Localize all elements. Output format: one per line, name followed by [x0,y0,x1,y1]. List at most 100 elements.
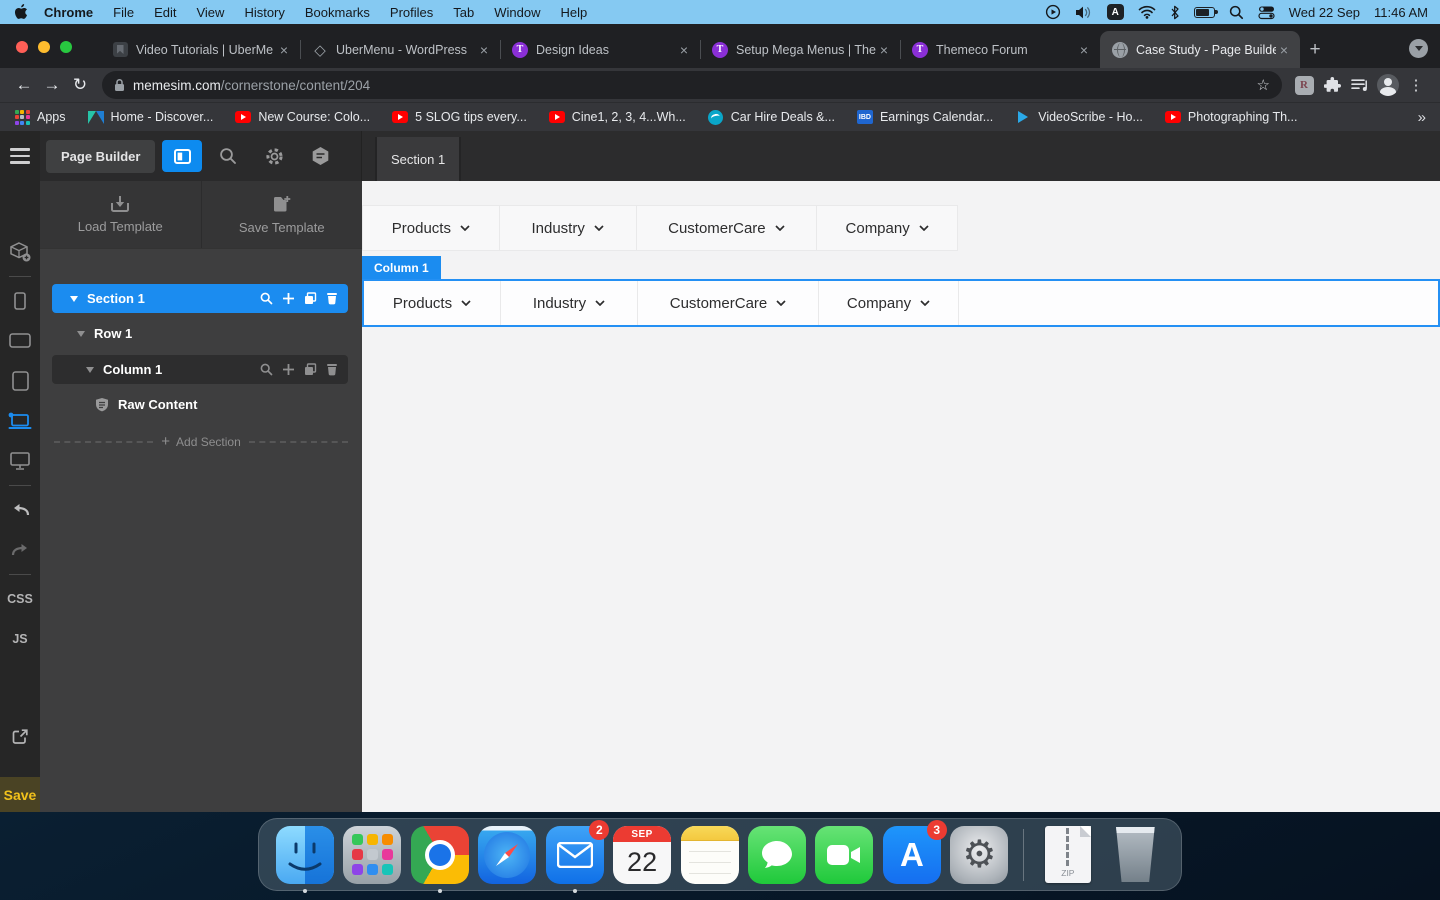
menu-tab[interactable]: Tab [443,5,484,20]
tab-ubermenu-wordpress[interactable]: ◇ UberMenu - WordPress × [300,31,500,68]
menu-chrome[interactable]: Chrome [34,5,103,20]
layout-toggle-button[interactable] [162,140,203,172]
menubar-time[interactable]: 11:46 AM [1374,5,1428,20]
themeco-hexagon-icon[interactable] [300,146,340,166]
bookmarks-overflow-icon[interactable]: » [1418,109,1426,126]
extensions-puzzle-icon[interactable] [1318,71,1346,99]
caret-down-icon[interactable] [70,295,78,302]
dock-trash[interactable] [1105,824,1166,886]
menu-window[interactable]: Window [484,5,550,20]
wifi-icon[interactable] [1138,5,1156,19]
tab-setup-mega-menus[interactable]: T Setup Mega Menus | The × [700,31,900,68]
nav-item-products[interactable]: Products [363,206,500,250]
tab-case-study-active[interactable]: Case Study - Page Builde × [1100,31,1300,68]
window-close-button[interactable] [16,41,28,53]
duplicate-icon[interactable] [304,363,317,376]
forward-button[interactable]: → [38,71,66,99]
js-editor-button[interactable]: JS [12,619,27,659]
input-source-icon[interactable]: A [1106,4,1124,20]
menu-help[interactable]: Help [551,5,598,20]
spotlight-icon[interactable] [1229,5,1244,20]
bookmark-car-hire[interactable]: Car Hire Deals &... [708,109,835,125]
tablet-landscape-preview-icon[interactable] [0,321,40,361]
laptop-preview-icon-active[interactable] [0,401,40,441]
tab-video-tutorials[interactable]: Video Tutorials | UberMe × [100,31,300,68]
duplicate-icon[interactable] [304,292,317,305]
add-section-button[interactable]: + Add Section [54,433,349,450]
phone-preview-icon[interactable] [0,281,40,321]
menu-view[interactable]: View [186,5,234,20]
caret-down-icon[interactable] [77,330,85,337]
bookmark-cine[interactable]: Cine1, 2, 3, 4...Wh... [548,109,686,125]
bookmark-star-icon[interactable]: ☆ [1257,76,1270,94]
gear-icon[interactable] [254,147,294,166]
tab-close-icon[interactable]: × [1276,42,1292,58]
control-center-icon[interactable] [1258,5,1275,20]
add-icon[interactable] [282,363,295,376]
dock-notes[interactable] [679,824,740,886]
new-tab-button[interactable]: + [1300,31,1330,68]
load-template-button[interactable]: Load Template [40,181,202,248]
export-link-icon[interactable] [0,717,40,757]
dock-mail[interactable]: 2 [544,819,610,893]
dock-launchpad[interactable] [341,824,402,886]
inspect-icon[interactable] [260,292,273,305]
desktop-preview-icon[interactable] [0,441,40,481]
dock-chrome[interactable] [409,824,470,893]
dock-facetime[interactable] [814,824,875,886]
bookmark-slog-tips[interactable]: 5 SLOG tips every... [392,109,527,125]
dock-safari[interactable] [476,824,537,886]
content-tab-section-1[interactable]: Section 1 [375,137,462,181]
bookmark-apps[interactable]: Apps [14,109,66,125]
volume-icon[interactable] [1075,5,1093,20]
bookmark-new-course[interactable]: New Course: Colo... [235,109,370,125]
menu-bookmarks[interactable]: Bookmarks [295,5,380,20]
tab-close-icon[interactable]: × [476,42,492,58]
trash-icon[interactable] [326,363,338,376]
selected-column-outline[interactable]: Products Industry CustomerCare Company [362,279,1440,327]
menu-profiles[interactable]: Profiles [380,5,443,20]
tab-close-icon[interactable]: × [676,42,692,58]
save-template-button[interactable]: Save Template [201,181,362,248]
tree-node-section-1[interactable]: Section 1 [52,284,348,313]
back-button[interactable]: ← [10,71,38,99]
profile-avatar[interactable] [1374,71,1402,99]
page-builder-menu-button[interactable]: Page Builder [46,139,156,173]
playback-icon[interactable] [1045,4,1061,20]
tree-node-column-1[interactable]: Column 1 [52,355,348,384]
dock-app-store[interactable]: 3 A [881,819,947,886]
bookmark-earnings-calendar[interactable]: IBD Earnings Calendar... [856,109,993,125]
bookmark-home-discover[interactable]: Home - Discover... [87,109,213,125]
bookmark-videoscribe[interactable]: VideoScribe - Ho... [1015,109,1143,125]
nav-item-industry[interactable]: Industry [500,206,637,250]
menubar-date[interactable]: Wed 22 Sep [1289,5,1360,20]
redo-icon[interactable] [0,530,40,570]
search-icon[interactable] [208,147,248,165]
hamburger-menu-icon[interactable] [10,148,30,164]
save-button[interactable]: Save [0,777,40,812]
nav-item-products[interactable]: Products [364,281,501,325]
battery-icon[interactable] [1193,6,1218,18]
inspect-icon[interactable] [260,363,273,376]
tree-node-row-1[interactable]: Row 1 [40,319,362,348]
tab-design-ideas[interactable]: T Design Ideas × [500,31,700,68]
extension-r-button[interactable]: R [1290,71,1318,99]
dock-calendar[interactable]: SEP 22 [611,824,672,886]
dock-zip-file[interactable]: ZIP [1037,824,1098,886]
media-playlist-icon[interactable] [1346,71,1374,99]
window-minimize-button[interactable] [38,41,50,53]
css-editor-button[interactable]: CSS [7,579,33,619]
nav-item-customercare[interactable]: CustomerCare [637,206,818,250]
nav-item-customercare[interactable]: CustomerCare [638,281,819,325]
bookmark-photographing[interactable]: Photographing Th... [1164,109,1297,125]
nav-item-company[interactable]: Company [817,206,957,250]
address-bar[interactable]: memesim.com /cornerstone/content/204 ☆ [102,71,1282,99]
dock-messages[interactable] [746,824,807,886]
reload-button[interactable]: ↻ [66,71,94,99]
dock-system-preferences[interactable]: ⚙ [949,824,1010,886]
tab-close-icon[interactable]: × [276,42,292,58]
menu-history[interactable]: History [234,5,294,20]
menu-file[interactable]: File [103,5,144,20]
nav-item-industry[interactable]: Industry [501,281,638,325]
window-zoom-button[interactable] [60,41,72,53]
